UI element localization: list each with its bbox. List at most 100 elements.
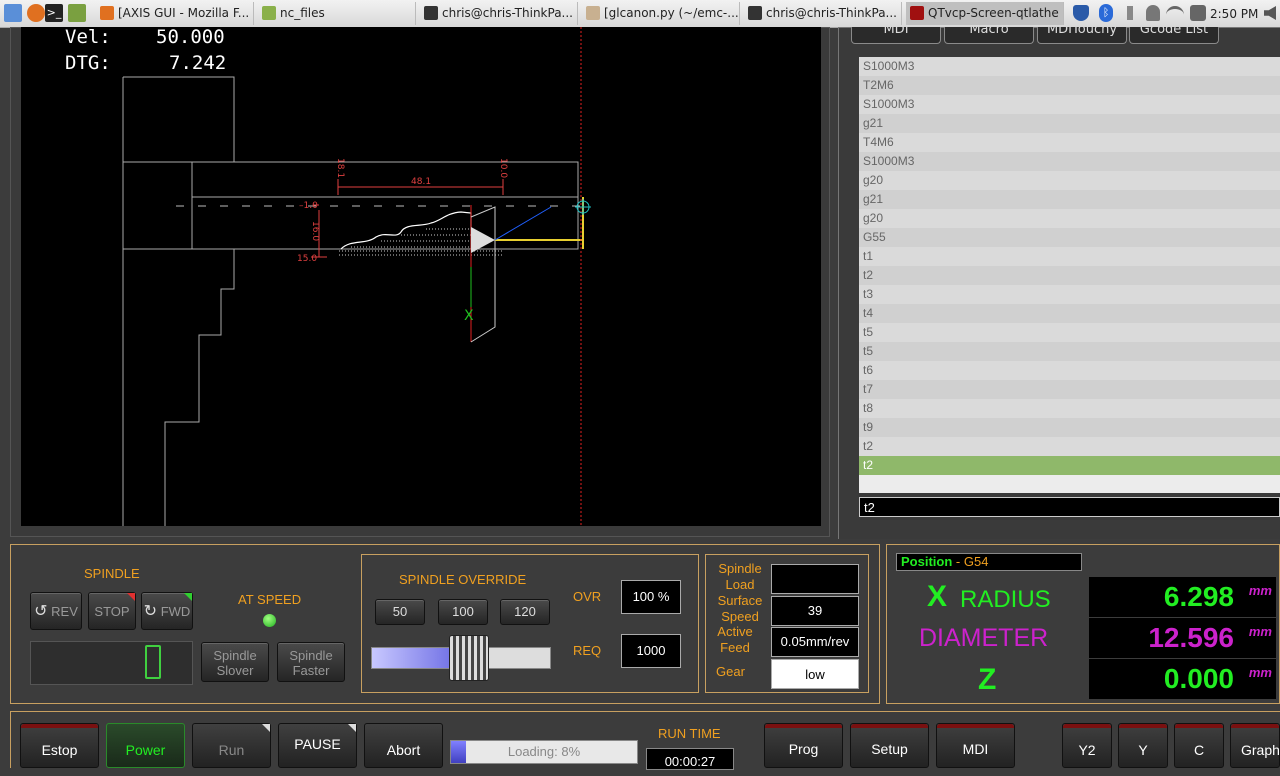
surface-speed-value: 39 (771, 596, 859, 626)
terminal-launcher-icon[interactable]: >_ (45, 4, 63, 22)
abort-button[interactable]: Abort (364, 723, 443, 768)
pause-button[interactable]: PAUSE (278, 723, 357, 768)
tab-macro[interactable]: Macro (944, 27, 1034, 44)
setup-button[interactable]: Setup (850, 723, 929, 768)
gcode-list-item[interactable]: t2 (859, 266, 1280, 285)
firefox-icon (100, 6, 114, 20)
x-radius-label: RADIUS (960, 586, 1051, 613)
prog-button[interactable]: Prog (764, 723, 843, 768)
bluetooth-icon[interactable]: ᛒ (1099, 4, 1113, 22)
override-100-button[interactable]: 100 (438, 599, 488, 625)
override-slider-handle[interactable] (448, 635, 489, 681)
wifi-icon[interactable] (1166, 6, 1184, 20)
spindle-faster-button[interactable]: Spindle Faster (277, 642, 345, 682)
gcode-list-item[interactable]: t1 (859, 247, 1280, 266)
diameter-label: DIAMETER (919, 624, 1049, 652)
mdi-input[interactable]: t2 (859, 497, 1280, 517)
graph-button[interactable]: Graph (1230, 723, 1280, 768)
active-feed-value: 0.05mm/rev (771, 627, 859, 657)
run-time-value: 00:00:27 (646, 748, 734, 770)
gcode-list-item[interactable]: t4 (859, 304, 1280, 323)
ovr-label: OVR (573, 589, 602, 604)
clock[interactable]: 2:50 PM (1210, 5, 1258, 23)
app-menu-icon[interactable] (4, 4, 22, 22)
gcode-list-item[interactable]: t9 (859, 418, 1280, 437)
gcode-history-list[interactable]: S1000M3 T2M6 S1000M3 g21 T4M6 S1000M3 g20 g21 g2… (859, 57, 1280, 493)
gear-select[interactable]: low (771, 659, 859, 689)
gcode-list-item[interactable]: t2 (859, 437, 1280, 456)
gcode-list-item[interactable]: S1000M3 (859, 95, 1280, 114)
gcode-list-item[interactable]: t6 (859, 361, 1280, 380)
task-terminal-2[interactable]: chris@chris-ThinkPa... (744, 2, 902, 25)
loading-progress-bar: Loading: 8% (450, 740, 638, 764)
x-dro[interactable]: 6.298 mm (1089, 577, 1276, 617)
rpm-digit-icon (145, 645, 161, 679)
loading-text: Loading: 8% (507, 744, 581, 759)
user-icon[interactable] (1146, 5, 1160, 21)
dim-text-6: 15.0 (297, 254, 317, 264)
tab-mdi[interactable]: MDI (851, 27, 941, 44)
bluetooth-status-icon[interactable] (1127, 6, 1133, 20)
toolpath-preview[interactable]: Vel: 50.000 DTG: 7.242 48.1 15.0 –1.0 18… (21, 27, 821, 526)
part-profile (340, 211, 472, 250)
diameter-dro[interactable]: 12.596 mm (1089, 618, 1276, 658)
run-button[interactable]: Run (192, 723, 271, 768)
gcode-list-item[interactable]: S1000M3 (859, 57, 1280, 76)
terminal-icon (748, 6, 762, 20)
gcode-list-item[interactable]: t2 (859, 456, 1280, 475)
y2-button[interactable]: Y2 (1062, 723, 1112, 768)
spindle-fwd-button[interactable]: ↻ FWD (141, 592, 193, 630)
gcode-list-item[interactable]: t8 (859, 399, 1280, 418)
gcode-list-item[interactable]: T4M6 (859, 133, 1280, 152)
firefox-launcher-icon[interactable] (27, 4, 45, 22)
terminal-icon (424, 6, 438, 20)
run-time-label: RUN TIME (658, 726, 721, 741)
override-title: SPINDLE OVERRIDE (399, 572, 527, 587)
volume-icon[interactable] (1264, 6, 1276, 20)
override-120-button[interactable]: 120 (500, 599, 550, 625)
task-qtvcp[interactable]: QTvcp-Screen-qtlathe (906, 2, 1064, 25)
spindle-rev-button[interactable]: ↺ REV (30, 592, 82, 630)
gcode-list-item[interactable]: g20 (859, 209, 1280, 228)
gcode-list-item[interactable]: S1000M3 (859, 152, 1280, 171)
tab-mditouchy[interactable]: MDITouchy (1037, 27, 1127, 44)
gear-label: Gear (716, 664, 745, 679)
shield-icon[interactable] (1073, 5, 1089, 21)
dim-text-4: –1.0 (299, 201, 318, 211)
dim-text-1: 18.1 (335, 158, 345, 178)
battery-icon[interactable] (1190, 5, 1206, 21)
spindle-speed-display (30, 641, 193, 685)
rotate-cw-icon: ↻ (143, 603, 158, 620)
active-feed-label: Active Feed (717, 624, 753, 655)
gcode-list-item[interactable]: g20 (859, 171, 1280, 190)
c-button[interactable]: C (1174, 723, 1224, 768)
task-glcanon[interactable]: [glcanon.py (~/emc-... (582, 2, 740, 25)
spindle-slower-button[interactable]: Spindle Slover (201, 642, 269, 682)
chuck-outline (164, 249, 235, 526)
estop-button[interactable]: Estop (20, 723, 99, 768)
x-axis-letter: X (927, 580, 948, 613)
at-speed-led (263, 614, 276, 627)
gcode-list-item[interactable]: t3 (859, 285, 1280, 304)
y-button[interactable]: Y (1118, 723, 1168, 768)
taskbar: >_ [AXIS GUI - Mozilla F... nc_files chr… (0, 0, 1280, 28)
req-label: REQ (573, 643, 602, 658)
spindle-stop-button[interactable]: STOP (88, 592, 136, 630)
gcode-list-item[interactable]: G55 (859, 228, 1280, 247)
task-axis-gui[interactable]: [AXIS GUI - Mozilla F... (96, 2, 254, 25)
tab-gcode-list[interactable]: Gcode List (1129, 27, 1219, 44)
gcode-list-item[interactable]: t5 (859, 342, 1280, 361)
gcode-list-item[interactable]: g21 (859, 190, 1280, 209)
override-50-button[interactable]: 50 (375, 599, 425, 625)
power-button[interactable]: Power (106, 723, 185, 768)
mdi-button[interactable]: MDI (936, 723, 1015, 768)
gcode-list-item[interactable]: T2M6 (859, 76, 1280, 95)
task-nc-files[interactable]: nc_files (258, 2, 416, 25)
files-launcher-icon[interactable] (68, 4, 86, 22)
z-dro[interactable]: 0.000 mm (1089, 659, 1276, 699)
gcode-list-item[interactable]: t7 (859, 380, 1280, 399)
gcode-list-item[interactable]: t5 (859, 323, 1280, 342)
task-terminal-1[interactable]: chris@chris-ThinkPa... (420, 2, 578, 25)
dim-text-3: 10.0 (498, 158, 508, 178)
gcode-list-item[interactable]: g21 (859, 114, 1280, 133)
